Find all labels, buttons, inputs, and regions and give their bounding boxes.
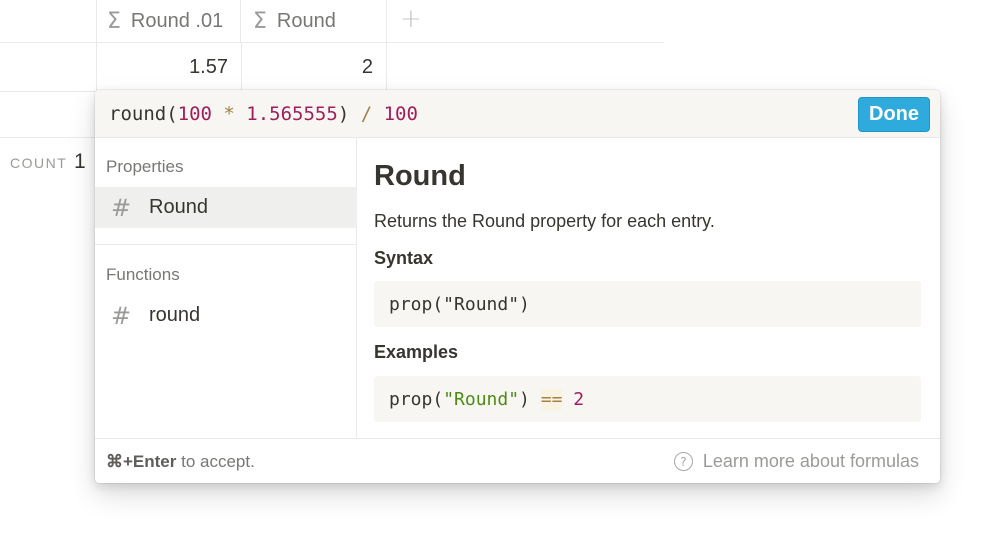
footer-divider xyxy=(0,137,96,138)
table-cell-round-01[interactable]: 1.57 xyxy=(97,43,241,91)
function-item-label: round xyxy=(149,304,201,326)
count-value: 1 xyxy=(74,150,86,173)
formula-paren: ) xyxy=(337,103,361,125)
accept-shortcut: ⌘+Enter xyxy=(106,452,177,471)
examples-heading: Examples xyxy=(374,342,459,362)
example-space xyxy=(562,389,573,410)
formula-operator: * xyxy=(211,103,247,125)
example-operator: == xyxy=(540,388,563,410)
count-label: COUNT xyxy=(10,155,68,171)
property-item-round[interactable]: # Round xyxy=(95,187,357,228)
doc-title: Round xyxy=(374,160,466,192)
property-item-label: Round xyxy=(149,196,208,218)
formula-number: 100 xyxy=(383,103,418,125)
done-button[interactable]: Done xyxy=(858,97,930,132)
function-item-round[interactable]: # round xyxy=(95,295,357,336)
learn-more-label: Learn more about formulas xyxy=(702,451,919,471)
section-divider xyxy=(95,244,357,245)
learn-more-link[interactable]: ? Learn more about formulas xyxy=(673,451,919,472)
formula-editor-popup: round(100 * 1.565555) / 100 Done Propert… xyxy=(95,90,940,483)
hash-icon: # xyxy=(110,301,132,330)
accept-hint: ⌘+Enter to accept. xyxy=(106,452,255,472)
syntax-heading: Syntax xyxy=(374,248,434,268)
formula-number: 100 xyxy=(177,103,212,125)
help-circle-icon: ? xyxy=(673,452,693,471)
formula-text[interactable]: round(100 * 1.565555) / 100 xyxy=(109,103,418,125)
sigma-icon: Σ xyxy=(253,8,267,34)
accept-hint-text: to accept. xyxy=(176,452,255,471)
hash-icon: # xyxy=(110,193,132,222)
documentation-panel: Round Returns the Round property for eac… xyxy=(358,138,940,438)
example-paren: ) xyxy=(519,388,541,410)
column-header-label: Round xyxy=(276,9,336,32)
properties-heading: Properties xyxy=(106,157,184,176)
example-number: 2 xyxy=(573,388,585,410)
column-divider xyxy=(386,42,387,91)
doc-description: Returns the Round property for each entr… xyxy=(374,211,715,231)
functions-heading: Functions xyxy=(106,265,180,284)
row-divider xyxy=(0,91,96,92)
example-code-block: prop("Round") == 2 xyxy=(374,376,921,422)
column-header-label: Round .01 xyxy=(130,9,224,32)
formula-input[interactable]: round(100 * 1.565555) / 100 Done xyxy=(95,90,940,138)
example-function: prop( xyxy=(389,388,444,410)
example-string: "Round" xyxy=(443,388,520,410)
formula-space xyxy=(372,103,383,125)
formula-function: round( xyxy=(109,103,178,125)
add-column-icon[interactable]: + xyxy=(400,4,422,34)
sigma-icon: Σ xyxy=(107,8,121,34)
table-cell-round[interactable]: 2 xyxy=(242,43,386,91)
formula-number: 1.565555 xyxy=(246,103,338,125)
popup-footer: ⌘+Enter to accept. ? Learn more about fo… xyxy=(95,438,940,483)
column-header-round-01[interactable]: Σ Round .01 xyxy=(96,0,241,42)
reference-list: Properties # Round Functions # round xyxy=(95,138,357,438)
formula-operator: / xyxy=(360,103,373,125)
column-header-round[interactable]: Σ Round xyxy=(241,0,387,42)
syntax-code-block: prop("Round") xyxy=(374,281,921,327)
